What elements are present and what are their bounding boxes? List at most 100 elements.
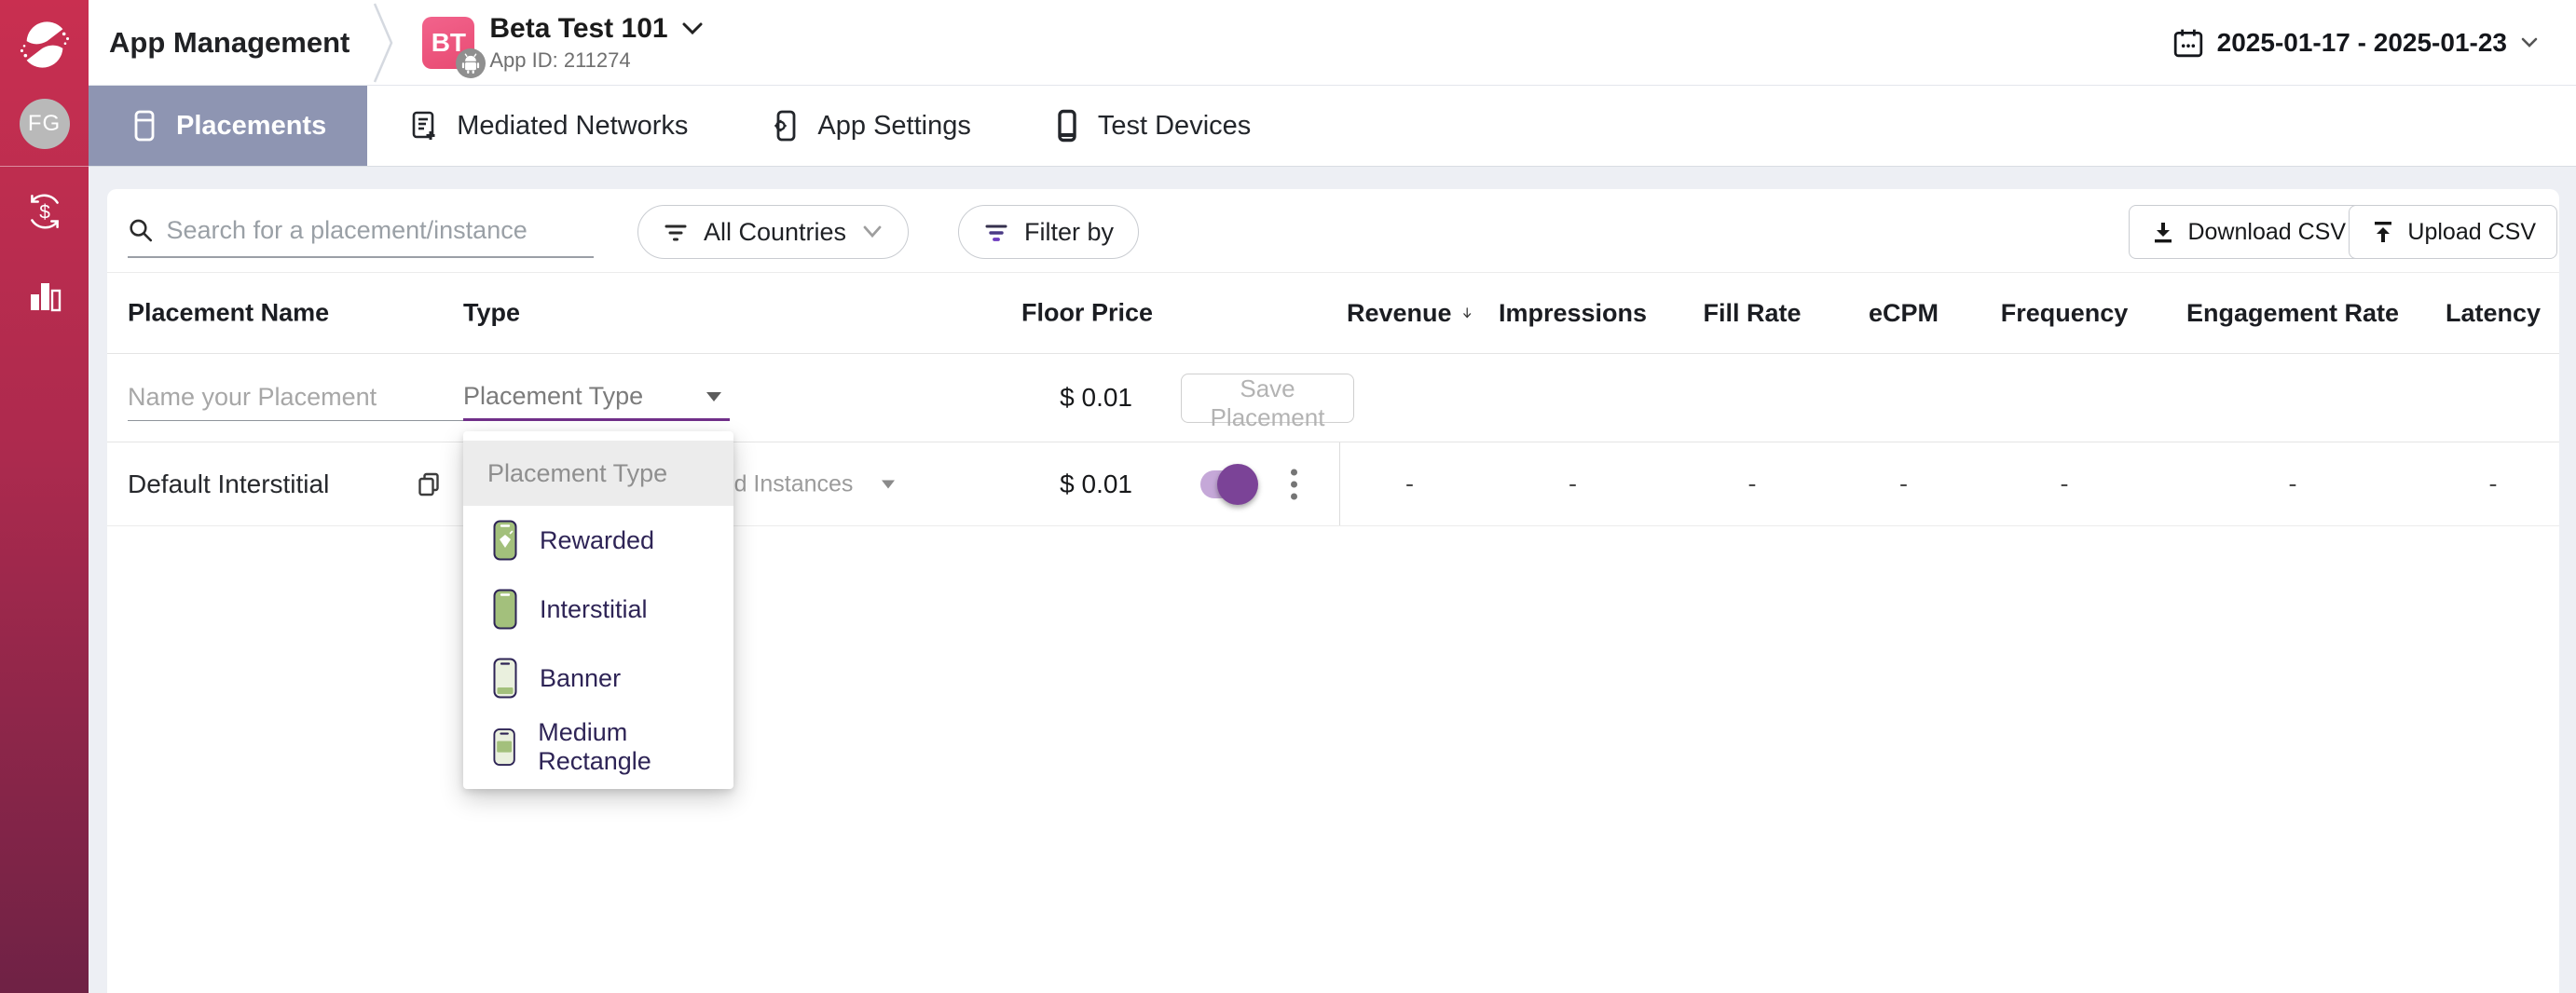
tab-label: Mediated Networks	[457, 111, 688, 142]
upload-csv-label: Upload CSV	[2407, 219, 2536, 246]
save-placement-button[interactable]: Save Placement	[1181, 374, 1354, 423]
col-header-fill-rate[interactable]: Fill Rate	[1673, 273, 1831, 353]
app-name: Beta Test 101	[489, 13, 667, 45]
search-icon	[128, 216, 154, 244]
stat-fill-rate: -	[1673, 442, 1831, 525]
top-header: App Management BT	[89, 0, 2576, 86]
menu-option-label: Rewarded	[540, 526, 654, 555]
tab-label: Test Devices	[1098, 111, 1251, 142]
tab-bar: Placements Mediated Networks App Setting…	[89, 86, 2576, 167]
stat-revenue: -	[1347, 442, 1473, 525]
chartboost-logo[interactable]	[0, 0, 89, 88]
stat-ecpm: -	[1831, 442, 1976, 525]
filter-by-icon	[983, 219, 1009, 245]
search-input[interactable]	[167, 216, 594, 245]
col-header-type: Type	[463, 299, 520, 328]
col-header-ecpm[interactable]: eCPM	[1831, 273, 1976, 353]
download-csv-button[interactable]: Download CSV	[2129, 205, 2367, 259]
stat-latency: -	[2432, 442, 2554, 525]
menu-option-label: Banner	[540, 664, 621, 693]
interstitial-phone-icon	[493, 589, 517, 630]
sort-desc-icon	[1461, 302, 1473, 324]
app-selector-chevron-icon	[681, 21, 704, 36]
calendar-icon	[2172, 27, 2204, 59]
search-field	[128, 204, 594, 258]
countries-filter-label: All Countries	[704, 218, 846, 247]
placement-type-placeholder: Placement Type	[463, 382, 643, 411]
breadcrumb-separator-icon	[372, 0, 394, 86]
placement-name: Default Interstitial	[128, 469, 329, 499]
menu-option-placeholder[interactable]: Placement Type	[463, 441, 733, 506]
app-icon: BT	[422, 17, 474, 69]
col-header-floor-price: Floor Price	[965, 299, 1153, 328]
date-range-label: 2025-01-17 - 2025-01-23	[2217, 28, 2507, 58]
menu-option-banner[interactable]: Banner	[463, 644, 733, 713]
breadcrumb-app-management[interactable]: App Management	[109, 26, 349, 60]
menu-option-interstitial[interactable]: Interstitial	[463, 575, 733, 644]
app-selector[interactable]: BT Beta Test 101	[422, 13, 703, 73]
col-header-impressions[interactable]: Impressions	[1473, 273, 1673, 353]
app-id: App ID: 211274	[489, 48, 703, 73]
col-header-latency[interactable]: Latency	[2432, 273, 2554, 353]
menu-option-medium-rectangle[interactable]: Medium Rectangle	[463, 713, 733, 782]
tab-placements[interactable]: Placements	[89, 86, 367, 166]
row-menu-kebab-icon[interactable]	[1283, 461, 1305, 507]
placements-toolbar: All Countries Filter by Download CSV	[107, 189, 2559, 273]
tab-test-devices[interactable]: Test Devices	[1012, 86, 1292, 166]
tab-mediated-networks[interactable]: Mediated Networks	[367, 86, 729, 166]
toggle-knob	[1217, 464, 1258, 505]
table-header-row: Placement Name Type Floor Price Revenue …	[107, 273, 2559, 354]
tab-label: Placements	[176, 111, 326, 142]
stat-headers: Revenue Impressions Fill Rate eCPM Frequ…	[1347, 273, 2554, 353]
copy-placement-icon[interactable]	[415, 470, 443, 498]
placement-type-select[interactable]: Placement Type	[463, 374, 730, 421]
mediated-networks-icon	[408, 109, 440, 143]
stat-frequency: -	[1976, 442, 2153, 525]
sidebar: FG $	[0, 0, 89, 993]
filter-lines-icon	[663, 219, 689, 245]
placement-type-menu: Placement Type Rewarded Interstitial Ban…	[463, 431, 733, 789]
svg-text:$: $	[39, 201, 50, 223]
date-range-picker[interactable]: 2025-01-17 - 2025-01-23	[2172, 27, 2539, 59]
content-area: All Countries Filter by Download CSV	[89, 167, 2576, 993]
filter-by-button[interactable]: Filter by	[958, 205, 1139, 259]
monetization-nav-icon[interactable]: $	[23, 190, 66, 233]
col-header-frequency[interactable]: Frequency	[1976, 273, 2153, 353]
col-header-revenue[interactable]: Revenue	[1347, 273, 1473, 353]
menu-option-label: Medium Rectangle	[538, 718, 733, 776]
test-devices-icon	[1053, 109, 1081, 143]
analytics-nav-icon[interactable]	[25, 277, 64, 316]
app-meta: Beta Test 101 App ID: 211274	[489, 13, 703, 73]
download-icon	[2150, 219, 2176, 245]
upload-icon	[2370, 219, 2396, 245]
filter-by-label: Filter by	[1024, 218, 1114, 247]
select-caret-icon	[706, 391, 722, 402]
app-settings-icon	[770, 109, 801, 143]
stat-engagement-rate: -	[2153, 442, 2432, 525]
col-header-placement-name: Placement Name	[128, 299, 329, 328]
avatar-initials: FG	[28, 111, 61, 137]
sidebar-divider	[0, 166, 89, 167]
download-csv-label: Download CSV	[2187, 219, 2346, 246]
medium-rectangle-phone-icon	[493, 727, 515, 768]
col-header-engagement-rate[interactable]: Engagement Rate	[2153, 273, 2432, 353]
user-avatar[interactable]: FG	[20, 99, 70, 149]
add-instances-dropdown[interactable]: Add Instances	[706, 470, 896, 497]
column-divider	[1339, 442, 1340, 525]
new-placement-row: Placement Type $ 0.01 Save Placement	[107, 354, 2559, 442]
countries-filter[interactable]: All Countries	[637, 205, 909, 259]
instances-caret-icon	[881, 479, 896, 489]
date-range-chevron-icon	[2520, 36, 2539, 49]
new-placement-floor-price: $ 0.01	[965, 383, 1132, 413]
tab-app-settings[interactable]: App Settings	[729, 86, 1011, 166]
menu-option-label: Interstitial	[540, 595, 648, 624]
countries-chevron-icon	[861, 224, 884, 239]
menu-option-rewarded[interactable]: Rewarded	[463, 506, 733, 575]
banner-phone-icon	[493, 658, 517, 699]
row-stats: - - - - - - -	[1347, 442, 2554, 525]
placements-phone-icon	[130, 109, 159, 143]
stat-impressions: -	[1473, 442, 1673, 525]
placement-enabled-toggle[interactable]	[1200, 470, 1253, 498]
chartboost-logo-icon	[16, 16, 74, 74]
upload-csv-button[interactable]: Upload CSV	[2349, 205, 2557, 259]
